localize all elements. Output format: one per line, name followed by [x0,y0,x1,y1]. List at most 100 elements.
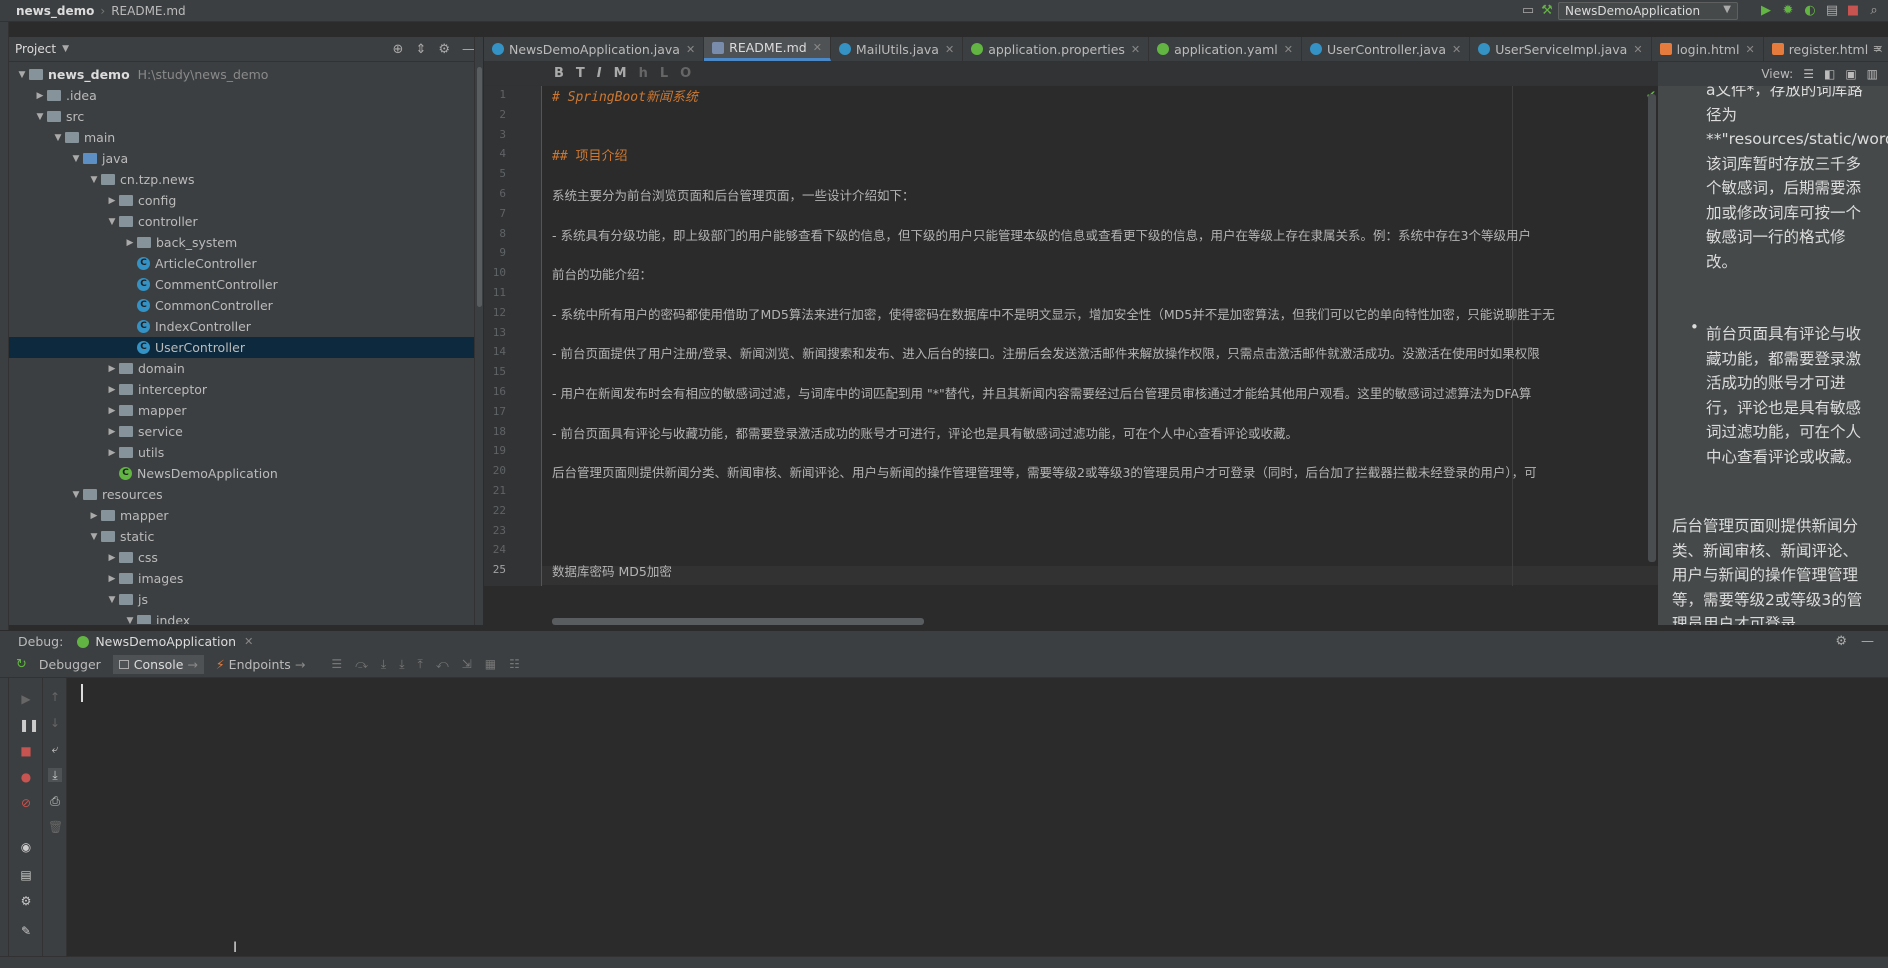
close-icon[interactable]: ✕ [1633,43,1642,56]
project-tree[interactable]: ▼ news_demo H:\study\news_demo ▶ .idea ▼ src ▼ m… [9,62,483,624]
scrollbar-thumb[interactable] [477,67,482,307]
scroll-to-end-icon[interactable]: ⤓ [48,768,62,782]
tree-item[interactable]: ▼ resources [9,484,483,505]
tree-item[interactable]: ▶ css [9,547,483,568]
editor-line[interactable]: - 用户在新闻发布时会有相应的敏感词过滤，与词库中的词匹配到用 "*"替代，并且… [552,383,1531,402]
editor-scrollbar[interactable] [1648,94,1656,562]
chevron-right-icon[interactable]: ▶ [105,406,119,416]
chevron-right-icon[interactable]: ▶ [33,91,47,101]
header-icon[interactable]: h [639,66,648,81]
image-icon[interactable]: O [680,66,691,81]
tree-item[interactable]: ▼ main [9,127,483,148]
collapse-all-icon[interactable]: ⇕ [415,42,426,57]
stop-icon[interactable]: ■ [1845,3,1861,19]
chevron-right-icon[interactable]: ▶ [123,238,137,248]
chevron-down-icon[interactable]: ▼ [62,44,69,54]
tab-console[interactable]: Console → [112,655,204,674]
menu-icon[interactable]: ☰ [331,657,342,672]
layout-icon[interactable]: ▤ [19,868,33,882]
step-out-icon[interactable]: ⤒ [418,657,423,672]
run-to-cursor-icon[interactable]: ⇲ [462,657,472,672]
debug-session-tab[interactable]: NewsDemoApplication ✕ [77,634,253,649]
editor-tab[interactable]: NewsDemoApplication.java ✕ [484,37,705,61]
tree-item[interactable]: ▶ mapper [9,505,483,526]
editor-tab[interactable]: UserServiceImpl.java ✕ [1470,37,1652,61]
editor-tab[interactable]: register.html ✕ [1764,37,1888,61]
editor-tab[interactable]: MailUtils.java ✕ [831,37,964,61]
gear-icon[interactable]: ⚙ [19,894,33,908]
tree-item[interactable]: ▶ images [9,568,483,589]
view-breakpoints-icon[interactable]: ● [19,770,33,784]
chevron-down-icon[interactable]: ▼ [69,154,83,164]
editor-line[interactable]: ## 项目介绍 [552,145,627,164]
step-over-icon[interactable]: ⤼ [355,657,368,672]
locate-icon[interactable]: ⊕ [393,42,404,57]
chevron-down-icon[interactable]: ▼ [33,112,47,122]
editor-area[interactable]: # SpringBoot新闻系统 ## 项目介绍 系统主要分为前台浏览页面和后台管理… [542,86,1658,586]
chevron-down-icon[interactable]: ▼ [123,616,137,625]
tree-item[interactable]: ▶ utils [9,442,483,463]
tree-item[interactable]: ▶ mapper [9,400,483,421]
tree-item[interactable]: C IndexController [9,316,483,337]
run-icon[interactable]: ▶ [1758,3,1774,19]
split-view-icon[interactable]: ◧ [1824,67,1835,81]
editor-tab[interactable]: login.html ✕ [1652,37,1764,61]
editor-line[interactable]: 系统主要分为前台浏览页面和后台管理页面，一些设计介绍如下： [552,185,915,204]
chevron-down-icon[interactable]: ▼ [105,217,119,227]
chevron-down-icon[interactable]: ▼ [105,595,119,605]
editor-tab[interactable]: application.properties ✕ [963,37,1150,61]
pin-icon[interactable]: ✎ [19,924,33,938]
breadcrumb-file[interactable]: README.md [111,4,185,18]
close-icon[interactable]: ✕ [1745,43,1754,56]
layout-toggle-icon[interactable]: ▥ [1867,67,1878,81]
bold-icon[interactable]: B [554,66,564,81]
tree-item[interactable]: ▼ java [9,148,483,169]
close-icon[interactable]: ✕ [945,43,954,56]
editor-line[interactable]: - 系统中所有用户的密码都使用借助了MD5算法来进行加密，使得密码在数据库中不是… [552,304,1555,323]
force-step-into-icon[interactable]: ⤓ [399,657,404,672]
close-icon[interactable]: ✕ [1131,43,1140,56]
minimize-icon[interactable]: — [1861,634,1874,649]
tree-item[interactable]: ▼ js [9,589,483,610]
tree-item[interactable]: C NewsDemoApplication [9,463,483,484]
chevron-right-icon[interactable]: ▶ [105,427,119,437]
print-icon[interactable]: ⎙ [48,794,62,808]
tree-item[interactable]: ▼ news_demo H:\study\news_demo [9,64,483,85]
editor-line[interactable]: 数据库密码 MD5加密 [552,561,672,580]
tab-endpoints[interactable]: ⚡ Endpoints → [210,655,311,674]
drop-frame-icon[interactable]: ⤺ [436,657,449,672]
chevron-right-icon[interactable]: ▶ [105,574,119,584]
down-icon[interactable]: ↓ [48,716,62,730]
tab-debugger[interactable]: Debugger [33,655,107,674]
run-configuration-select[interactable]: NewsDemoApplication ▼ [1558,2,1738,20]
trace-icon[interactable]: ☷ [509,657,520,672]
close-icon[interactable]: ✕ [813,41,822,54]
tree-item[interactable]: ▶ service [9,421,483,442]
close-icon[interactable]: ✕ [244,635,253,648]
editor-line[interactable]: - 系统具有分级功能，即上级部门的用户能够查看下级的信息，但下级的用户只能管理本… [552,225,1531,244]
coverage-icon[interactable]: ◐ [1802,3,1818,19]
close-icon[interactable]: ✕ [1452,43,1461,56]
tree-item[interactable]: ▶ .idea [9,85,483,106]
tree-item[interactable]: ▼ static [9,526,483,547]
breadcrumb-project[interactable]: news_demo [16,4,94,18]
gear-icon[interactable]: ⚙ [438,42,450,57]
editor-line[interactable]: 后台管理页面则提供新闻分类、新闻审核、新闻评论、用户与新闻的操作管理管理等，需要… [552,462,1537,481]
project-view-selector[interactable]: Project [15,42,56,56]
camera-icon[interactable]: ◉ [19,840,33,854]
markdown-preview[interactable]: a文件*，存放的词库路径为**"resources/static/word.tx… [1658,86,1888,625]
close-icon[interactable]: ✕ [686,43,695,56]
tab-list-icon[interactable]: ≡ [1873,42,1882,55]
mute-breakpoints-icon[interactable]: ⊘ [19,796,33,810]
tree-item[interactable]: C ArticleController [9,253,483,274]
chevron-down-icon[interactable]: ▼ [87,175,101,185]
editor-horizontal-scrollbar[interactable] [552,618,924,625]
italic-icon[interactable]: I [597,66,602,81]
strikethrough-icon[interactable]: T [576,66,585,81]
soft-wrap-icon[interactable]: ⤶ [48,742,62,756]
stop-icon[interactable]: ■ [19,744,33,758]
left-tool-strip[interactable] [0,22,9,968]
step-into-icon[interactable]: ⤓ [381,657,386,672]
chevron-right-icon[interactable]: ▶ [105,385,119,395]
resume-icon[interactable]: ▶ [19,692,33,706]
